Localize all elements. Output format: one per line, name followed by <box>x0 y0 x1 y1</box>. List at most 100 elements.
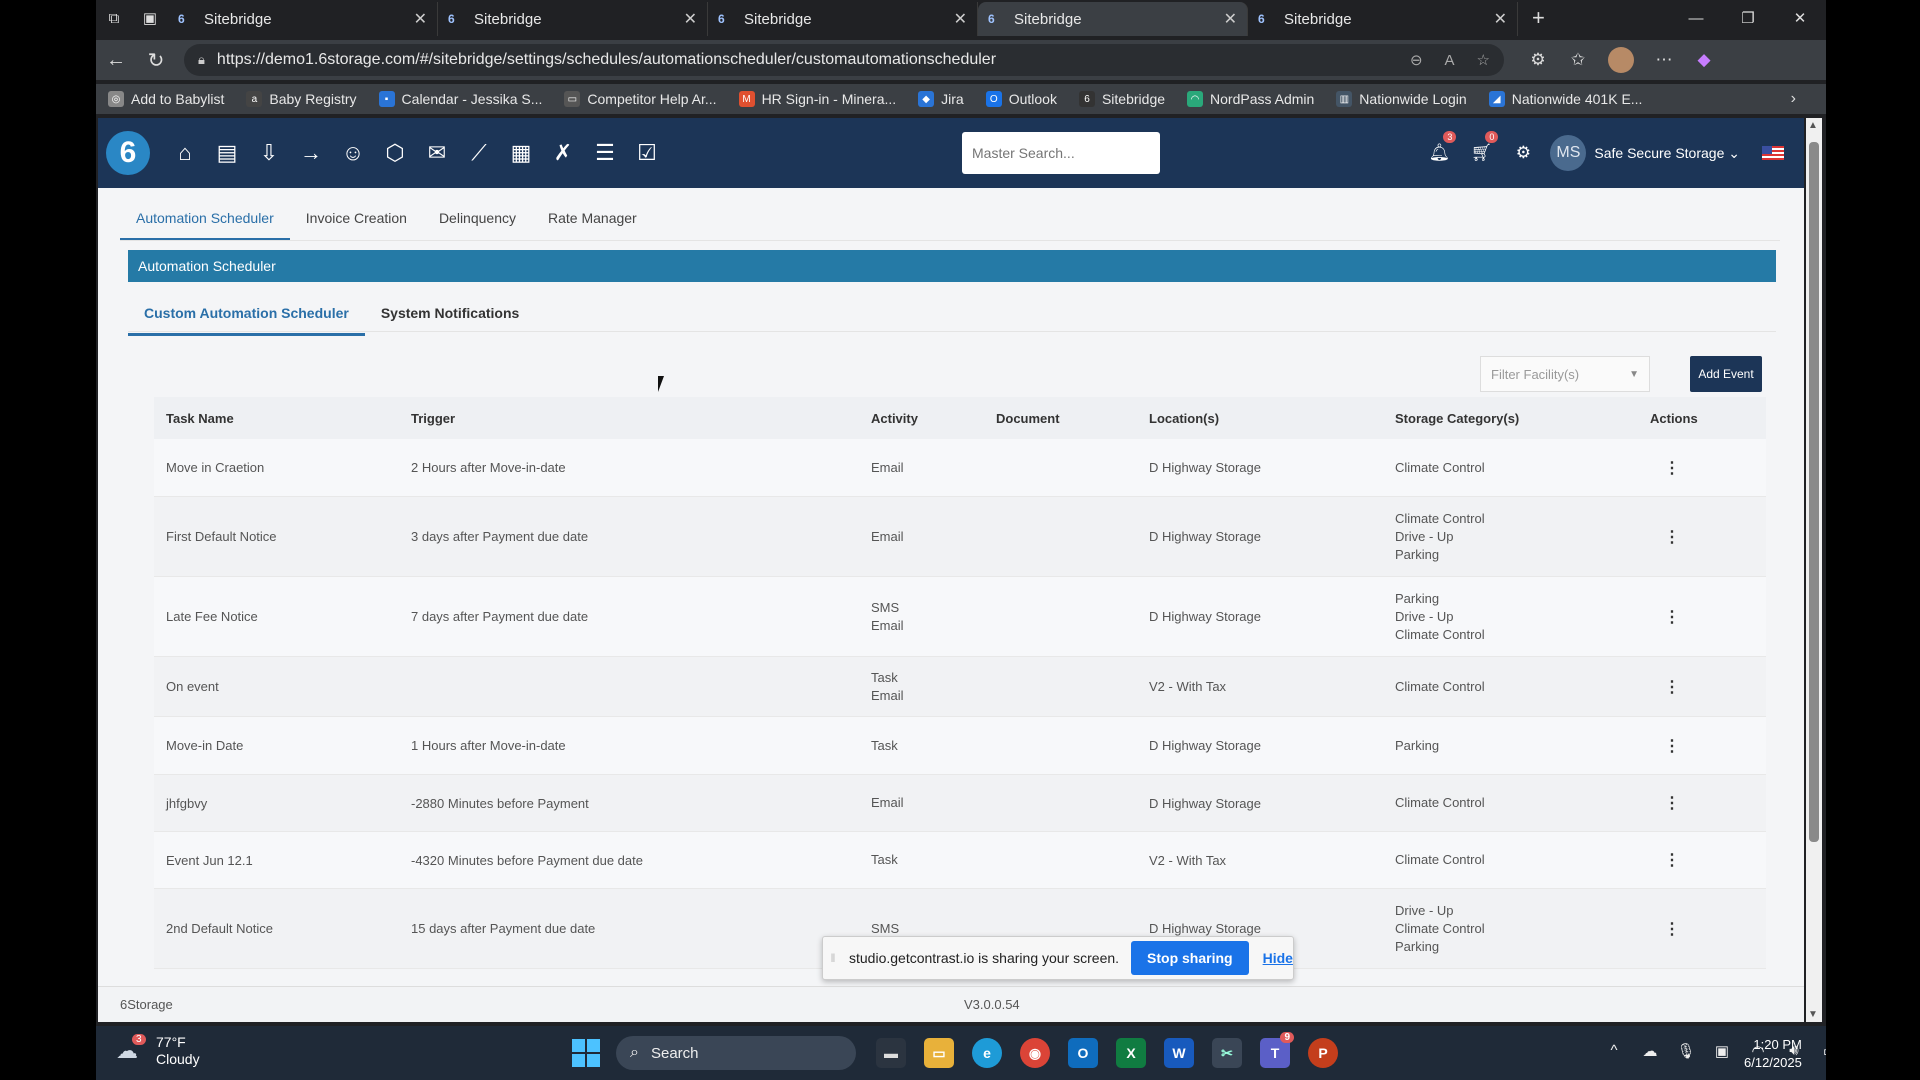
task-view-icon[interactable]: ▬ <box>876 1038 906 1068</box>
facility-user-menu[interactable]: Safe Secure Storage ⌄ <box>1594 145 1740 162</box>
main-tab[interactable]: Delinquency <box>423 198 532 241</box>
settings-gear-icon[interactable]: ⚙ <box>1502 143 1544 163</box>
close-tab-icon[interactable]: ✕ <box>684 9 697 29</box>
microphone-icon[interactable]: 🎙︎ <box>1668 1042 1704 1060</box>
table-row[interactable]: Move in Craetion 2 Hours after Move-in-da… <box>154 439 1766 497</box>
favorite-star-icon[interactable]: ☆ <box>1477 51 1490 69</box>
tray-overflow-icon[interactable]: ^ <box>1596 1042 1632 1060</box>
table-row[interactable]: Event Jun 12.1 -4320 Minutes before Payme… <box>154 832 1766 889</box>
notes-icon[interactable]: ☰ <box>584 132 626 174</box>
kebab-menu-icon[interactable]: ⋮ <box>1650 921 1680 938</box>
hide-share-bar-link[interactable]: Hide <box>1263 950 1293 966</box>
close-tab-icon[interactable]: ✕ <box>954 9 967 29</box>
taskbar-search[interactable]: ⌕ Search <box>616 1036 856 1070</box>
profile-avatar[interactable] <box>1608 47 1634 73</box>
bookmark-item[interactable]: ▥ Nationwide Login <box>1336 91 1467 107</box>
move-in-icon[interactable]: ⇩ <box>248 132 290 174</box>
kebab-menu-icon[interactable]: ⋮ <box>1650 795 1680 812</box>
taskbar-clock[interactable]: 1:20 PM 6/12/2025 <box>1744 1036 1802 1072</box>
main-tab[interactable]: Invoice Creation <box>290 198 423 241</box>
us-flag-icon[interactable] <box>1762 146 1784 160</box>
app-logo[interactable]: 6 <box>106 131 150 175</box>
table-row[interactable]: jhfgbvy -2880 Minutes before Payment Email… <box>154 775 1766 832</box>
stop-sharing-button[interactable]: Stop sharing <box>1131 941 1249 975</box>
more-menu-icon[interactable]: ⋯ <box>1644 50 1684 70</box>
restore-icon[interactable]: ❐ <box>1722 0 1774 36</box>
browser-tab[interactable]: 6 Sitebridge ✕ <box>168 2 438 36</box>
sub-tab[interactable]: System Notifications <box>365 295 535 336</box>
tenants-icon[interactable]: ☺ <box>332 132 374 174</box>
teams-app-icon[interactable]: T9 <box>1260 1032 1294 1068</box>
bookmark-item[interactable]: ▭ Competitor Help Ar... <box>564 91 717 107</box>
word-app-icon[interactable]: W <box>1164 1038 1194 1068</box>
outlook-app-icon[interactable]: O <box>1068 1038 1098 1068</box>
bookmark-item[interactable]: ◠ NordPass Admin <box>1187 91 1314 107</box>
filter-facility-select[interactable]: Filter Facility(s) ▼ <box>1480 356 1650 392</box>
workspaces-icon[interactable]: ⧉ <box>96 0 132 36</box>
weather-widget[interactable]: ☁ 3 77°F Cloudy <box>116 1034 200 1068</box>
bookmark-item[interactable]: a Baby Registry <box>246 91 357 107</box>
main-tab[interactable]: Automation Scheduler <box>120 198 290 241</box>
bookmark-item[interactable]: ◆ Jira <box>918 91 964 107</box>
kebab-menu-icon[interactable]: ⋮ <box>1650 529 1680 546</box>
bookmark-item[interactable]: 6 Sitebridge <box>1078 91 1165 107</box>
table-row[interactable]: First Default Notice 3 days after Payment… <box>154 497 1766 577</box>
copilot-icon[interactable]: ◆ <box>1684 50 1724 70</box>
chrome-browser-icon[interactable]: ◉ <box>1020 1038 1050 1068</box>
excel-app-icon[interactable]: X <box>1116 1038 1146 1068</box>
reload-icon[interactable]: ↻ <box>136 48 176 73</box>
map-icon[interactable]: ▤ <box>206 132 248 174</box>
kebab-menu-icon[interactable]: ⋮ <box>1650 852 1680 869</box>
bookmark-item[interactable]: ◢ Nationwide 401K E... <box>1488 91 1642 107</box>
bookmark-item[interactable]: O Outlook <box>985 91 1057 107</box>
zoom-icon[interactable]: ⊖ <box>1410 51 1423 69</box>
home-icon[interactable]: ⌂ <box>164 132 206 174</box>
browser-tab[interactable]: 6 Sitebridge ✕ <box>978 2 1248 36</box>
browser-tab[interactable]: 6 Sitebridge ✕ <box>438 2 708 36</box>
add-event-button[interactable]: Add Event <box>1690 356 1762 392</box>
document-icon[interactable]: ▦ <box>500 132 542 174</box>
scrollbar-thumb[interactable] <box>1809 142 1819 842</box>
kebab-menu-icon[interactable]: ⋮ <box>1650 460 1680 477</box>
favorites-icon[interactable]: ✩ <box>1558 50 1598 70</box>
bookmarks-overflow-icon[interactable]: › <box>1791 90 1796 108</box>
browser-tab[interactable]: 6 Sitebridge ✕ <box>708 2 978 36</box>
kebab-menu-icon[interactable]: ⋮ <box>1650 738 1680 755</box>
page-scrollbar[interactable]: ▲ ▼ <box>1806 118 1822 1022</box>
close-tab-icon[interactable]: ✕ <box>1224 9 1237 29</box>
bookmark-item[interactable]: ◎ Add to Babylist <box>108 91 224 107</box>
read-aloud-icon[interactable]: A <box>1445 52 1455 69</box>
main-tab[interactable]: Rate Manager <box>532 198 653 241</box>
close-tab-icon[interactable]: ✕ <box>414 9 427 29</box>
tasks-icon[interactable]: ☑ <box>626 132 668 174</box>
powerpoint-app-icon[interactable]: P <box>1308 1038 1338 1068</box>
kebab-menu-icon[interactable]: ⋮ <box>1650 679 1680 696</box>
edge-browser-icon[interactable]: e <box>972 1038 1002 1068</box>
bookmark-item[interactable]: M HR Sign-in - Minera... <box>738 91 896 107</box>
extensions-icon[interactable]: ⚙ <box>1518 50 1558 70</box>
user-avatar[interactable]: MS <box>1550 135 1587 171</box>
back-icon[interactable]: ← <box>96 49 136 72</box>
sub-tab[interactable]: Custom Automation Scheduler <box>128 295 365 336</box>
file-explorer-icon[interactable]: ▭ <box>924 1038 954 1068</box>
tab-actions-icon[interactable]: ▣ <box>132 0 168 36</box>
master-search-input[interactable] <box>962 132 1160 174</box>
cart-icon[interactable]: 🛒︎ 0 <box>1460 131 1502 163</box>
table-row[interactable]: Late Fee Notice 7 days after Payment due … <box>154 577 1766 657</box>
scroll-up-icon[interactable]: ▲ <box>1808 120 1818 131</box>
close-window-icon[interactable]: ✕ <box>1774 0 1826 36</box>
units-icon[interactable]: ⬡ <box>374 132 416 174</box>
display-icon[interactable]: ▣ <box>1704 1042 1740 1060</box>
kebab-menu-icon[interactable]: ⋮ <box>1650 609 1680 626</box>
scroll-down-icon[interactable]: ▼ <box>1808 1009 1818 1020</box>
close-tab-icon[interactable]: ✕ <box>1494 9 1507 29</box>
notifications-bell-icon[interactable]: 🔔︎ 3 <box>1418 131 1460 163</box>
start-button[interactable] <box>572 1039 600 1067</box>
table-row[interactable]: Move-in Date 1 Hours after Move-in-date Ta… <box>154 717 1766 775</box>
minimize-icon[interactable]: — <box>1670 0 1722 36</box>
snipping-tool-icon[interactable]: ✂ <box>1212 1038 1242 1068</box>
address-bar[interactable]: 🔒︎ https://demo1.6storage.com/#/sitebrid… <box>184 44 1504 76</box>
move-out-arrow-icon[interactable]: → <box>290 132 332 174</box>
battery-icon[interactable]: ▭ <box>1812 1042 1826 1060</box>
onedrive-icon[interactable]: ☁ <box>1632 1042 1668 1060</box>
